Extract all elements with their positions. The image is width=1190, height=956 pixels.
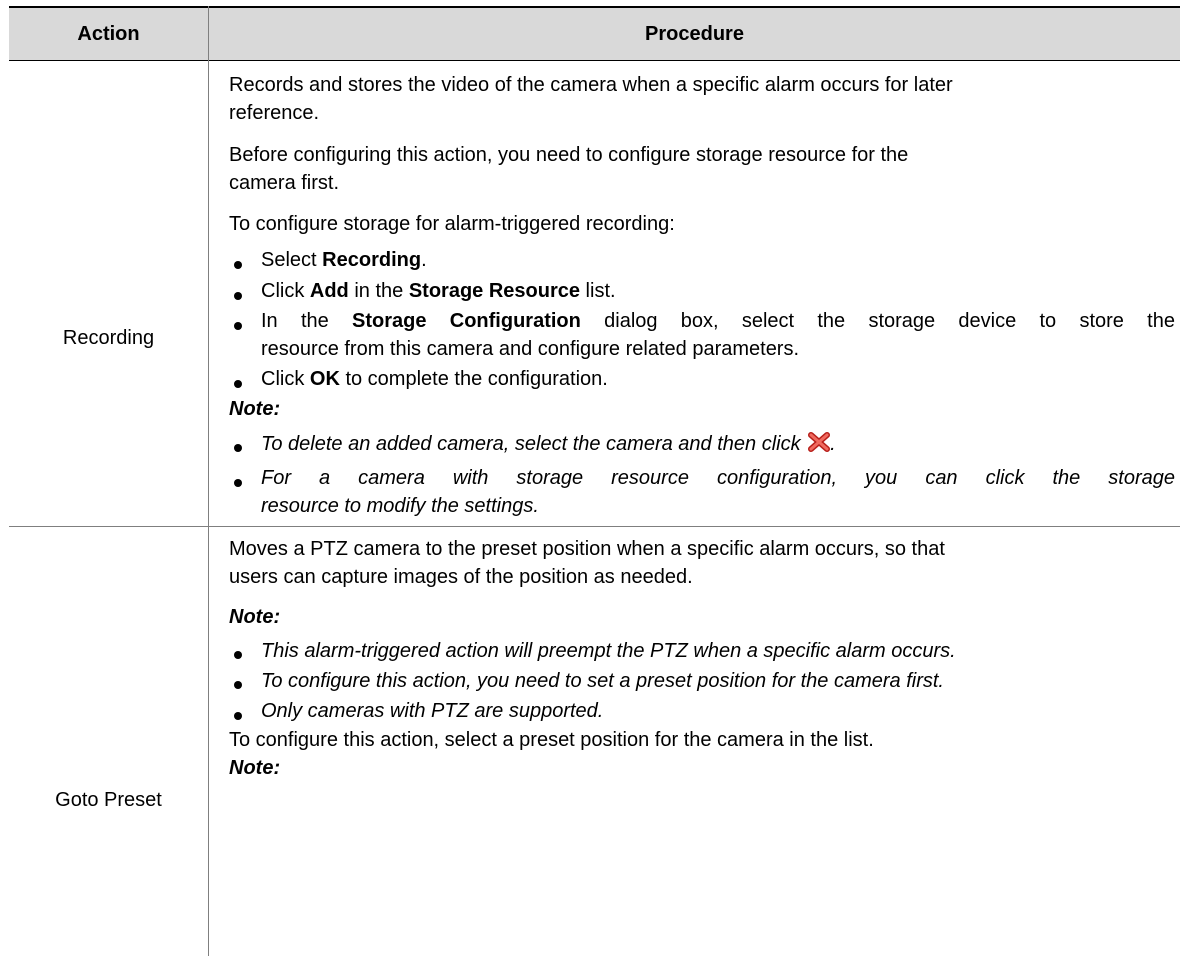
list-item-continuation: resource from this camera and configure … bbox=[261, 338, 800, 360]
recording-before-line2: camera first. bbox=[229, 172, 340, 194]
bullet bbox=[234, 681, 242, 689]
list-item: Click Add in the Storage Resource list. bbox=[261, 280, 616, 302]
note-label: Note: bbox=[229, 398, 281, 420]
list-item-continuation: resource to modify the settings. bbox=[261, 495, 539, 517]
row-divider bbox=[9, 526, 1180, 527]
list-item: For a camera with storage resource confi… bbox=[261, 467, 1175, 489]
list-item: Only cameras with PTZ are supported. bbox=[261, 700, 604, 722]
recording-intro-line2: reference. bbox=[229, 102, 320, 124]
row-action-recording: Recording bbox=[62, 327, 155, 349]
list-item: To delete an added camera, select the ca… bbox=[261, 432, 836, 458]
header-action: Action bbox=[77, 23, 140, 45]
goto-intro-line2: users can capture images of the position… bbox=[229, 566, 693, 588]
bullet bbox=[234, 292, 242, 300]
goto-configure: To configure this action, select a prese… bbox=[229, 729, 874, 751]
table-header-row: Action Procedure bbox=[9, 6, 1180, 61]
list-item: Select Recording. bbox=[261, 249, 427, 271]
bullet bbox=[234, 322, 242, 330]
list-item: To configure this action, you need to se… bbox=[261, 670, 944, 692]
column-divider bbox=[208, 6, 209, 956]
recording-intro-line1: Records and stores the video of the came… bbox=[229, 74, 953, 96]
goto-intro-line1: Moves a PTZ camera to the preset positio… bbox=[229, 538, 945, 560]
bullet bbox=[234, 651, 242, 659]
list-item: Click OK to complete the configuration. bbox=[261, 368, 608, 390]
red-x-delete-icon bbox=[808, 432, 831, 458]
bullet bbox=[234, 444, 242, 452]
bullet bbox=[234, 380, 242, 388]
note-label: Note: bbox=[229, 757, 281, 779]
bullet bbox=[234, 712, 242, 720]
recording-to-configure: To configure storage for alarm-triggered… bbox=[229, 213, 675, 235]
recording-before-line1: Before configuring this action, you need… bbox=[229, 144, 909, 166]
header-procedure: Procedure bbox=[645, 23, 744, 45]
list-item: This alarm-triggered action will preempt… bbox=[261, 640, 956, 662]
row-action-goto-preset: Goto Preset bbox=[55, 789, 162, 811]
bullet bbox=[234, 479, 242, 487]
procedure-table: Action Procedure Recording Records and s… bbox=[0, 0, 1190, 956]
note-label: Note: bbox=[229, 606, 281, 628]
list-item: In the Storage Configuration dialog box,… bbox=[261, 310, 1175, 332]
bullet bbox=[234, 261, 242, 269]
